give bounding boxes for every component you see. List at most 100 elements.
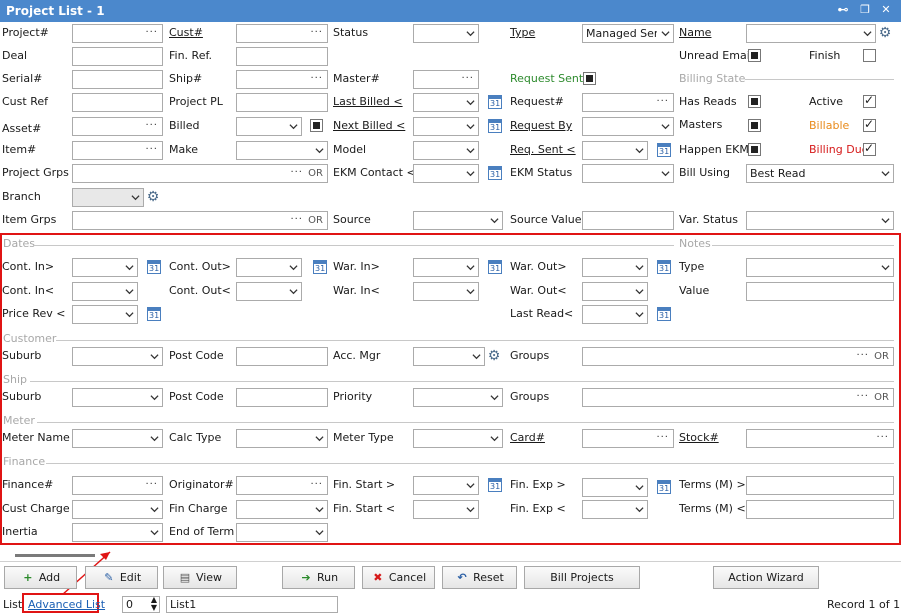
spinner-arrows-icon[interactable]: ▲ ▼ [151, 596, 157, 612]
calendar-icon[interactable]: 31 [488, 478, 502, 492]
notes-value-field[interactable] [746, 282, 894, 301]
notes-type-select[interactable] [746, 258, 894, 277]
lookup-icon[interactable]: ··· [145, 27, 158, 38]
price-rev-select[interactable] [72, 305, 138, 324]
add-button[interactable]: + Add [4, 566, 77, 589]
unread-email-checkbox[interactable] [748, 49, 761, 62]
end-of-term-select[interactable] [236, 523, 328, 542]
ship-post-code-field[interactable] [236, 388, 328, 407]
calendar-icon[interactable]: 31 [488, 260, 502, 274]
deal-field[interactable] [72, 47, 163, 66]
advanced-list-link[interactable]: Advanced List [28, 598, 105, 611]
lookup-icon[interactable]: ··· [310, 73, 323, 84]
branch-select[interactable] [72, 188, 144, 207]
lookup-icon[interactable]: ··· [310, 27, 323, 38]
ship-groups-field[interactable]: ··· OR [582, 388, 894, 407]
model-select[interactable] [413, 141, 479, 160]
status-select[interactable] [413, 24, 479, 43]
calendar-icon[interactable]: 31 [147, 307, 161, 321]
ship-suburb-select[interactable] [72, 388, 163, 407]
cust-groups-field[interactable]: ··· OR [582, 347, 894, 366]
lookup-icon[interactable]: ··· [461, 73, 474, 84]
master-no-field[interactable]: ··· [413, 70, 479, 89]
fin-ref-field[interactable] [236, 47, 328, 66]
edit-button[interactable]: ✎ Edit [85, 566, 158, 589]
ship-no-field[interactable]: ··· [236, 70, 328, 89]
name-select[interactable] [746, 24, 876, 43]
lookup-icon[interactable]: ··· [656, 432, 669, 443]
acc-mgr-select[interactable] [413, 347, 485, 366]
masters-checkbox[interactable] [748, 119, 761, 132]
cont-in-lt-select[interactable] [72, 282, 138, 301]
active-checkbox[interactable] [863, 93, 876, 108]
calendar-icon[interactable]: 31 [488, 95, 502, 109]
war-in-lt-select[interactable] [413, 282, 479, 301]
project-pl-field[interactable] [236, 93, 328, 112]
calendar-icon[interactable]: 31 [657, 480, 671, 494]
calendar-icon[interactable]: 31 [657, 143, 671, 157]
gear-icon[interactable]: ⚙ [145, 189, 161, 205]
billable-checkbox[interactable] [863, 117, 876, 132]
cont-out-gt-select[interactable] [236, 258, 302, 277]
calendar-icon[interactable]: 31 [488, 166, 502, 180]
finish-checkbox[interactable] [863, 49, 876, 62]
action-wizard-button[interactable]: Action Wizard [713, 566, 819, 589]
source-select[interactable] [413, 211, 503, 230]
bill-using-select[interactable]: Best Read [746, 164, 894, 183]
source-value-field[interactable] [582, 211, 674, 230]
project-grps-field[interactable]: ··· OR [72, 164, 328, 183]
lookup-icon[interactable]: ··· [656, 96, 669, 107]
terms-gt-field[interactable] [746, 476, 894, 495]
cont-out-lt-select[interactable] [236, 282, 302, 301]
list-count-spinner[interactable]: 0 ▲ ▼ [122, 596, 160, 613]
request-no-field[interactable]: ··· [582, 93, 674, 112]
lookup-icon[interactable]: ··· [310, 479, 323, 490]
pin-icon[interactable]: ⊷ [836, 3, 850, 17]
type-select[interactable]: Managed Servic [582, 24, 674, 43]
reset-button[interactable]: ↶ Reset [442, 566, 517, 589]
ekm-contact-select[interactable] [413, 164, 479, 183]
lookup-icon[interactable]: ··· [145, 479, 158, 490]
lookup-icon[interactable]: ··· [145, 120, 158, 131]
fin-start-gt-select[interactable] [413, 476, 479, 495]
ekm-status-select[interactable] [582, 164, 674, 183]
fin-exp-lt-select[interactable] [582, 500, 648, 519]
view-button[interactable]: ▤ View [163, 566, 237, 589]
billed-checkbox[interactable] [310, 119, 323, 132]
war-out-lt-select[interactable] [582, 282, 648, 301]
stock-no-field[interactable]: ··· [746, 429, 894, 448]
meter-name-select[interactable] [72, 429, 163, 448]
list-name-field[interactable]: List1 [166, 596, 338, 613]
lookup-icon[interactable]: ··· [876, 432, 889, 443]
cust-no-field[interactable]: ··· [236, 24, 328, 43]
calendar-icon[interactable]: 31 [313, 260, 327, 274]
make-select[interactable] [236, 141, 328, 160]
war-in-gt-select[interactable] [413, 258, 479, 277]
gear-icon[interactable]: ⚙ [877, 25, 893, 41]
terms-lt-field[interactable] [746, 500, 894, 519]
priority-select[interactable] [413, 388, 503, 407]
lookup-icon[interactable]: ··· [290, 214, 303, 225]
lookup-icon[interactable]: ··· [856, 391, 869, 402]
lookup-icon[interactable]: ··· [290, 167, 303, 178]
item-grps-field[interactable]: ··· OR [72, 211, 328, 230]
happen-ekm-checkbox[interactable] [748, 143, 761, 156]
cust-post-code-field[interactable] [236, 347, 328, 366]
lookup-icon[interactable]: ··· [856, 350, 869, 361]
last-billed-select[interactable] [413, 93, 479, 112]
restore-icon[interactable]: ❐ [858, 3, 872, 17]
request-by-select[interactable] [582, 117, 674, 136]
item-no-field[interactable]: ··· [72, 141, 163, 160]
lookup-icon[interactable]: ··· [145, 144, 158, 155]
finance-no-field[interactable]: ··· [72, 476, 163, 495]
fin-start-lt-select[interactable] [413, 500, 479, 519]
req-sent-select[interactable] [582, 141, 648, 160]
request-sent-checkbox[interactable] [583, 72, 596, 85]
meter-type-select[interactable] [413, 429, 503, 448]
var-status-select[interactable] [746, 211, 894, 230]
calendar-icon[interactable]: 31 [657, 260, 671, 274]
cont-in-gt-select[interactable] [72, 258, 138, 277]
bill-projects-button[interactable]: Bill Projects [524, 566, 640, 589]
calendar-icon[interactable]: 31 [488, 119, 502, 133]
project-no-field[interactable]: ··· [72, 24, 163, 43]
